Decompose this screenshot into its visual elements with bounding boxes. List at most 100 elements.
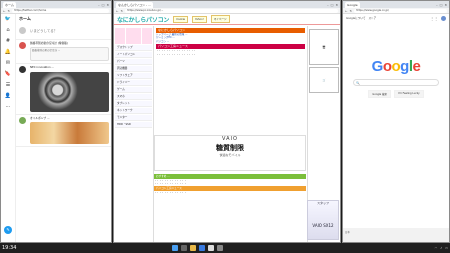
tweet-image[interactable] — [30, 122, 109, 145]
menu-item[interactable]: タブレット — [115, 100, 152, 107]
google-top-links: Googleについて ストア ⋮⋮ — [343, 14, 449, 23]
window-controls: – □ ✕ — [327, 3, 340, 7]
folder-icon[interactable] — [190, 245, 196, 251]
menu-item[interactable]: ソフトウェア — [115, 72, 152, 79]
bookmark-icon[interactable]: 🔖 — [5, 72, 11, 77]
search-icon[interactable] — [181, 245, 187, 251]
back-icon[interactable]: ← — [345, 9, 348, 13]
tab-google[interactable]: Google — [345, 1, 360, 8]
ad-box[interactable]: 🖥 — [309, 29, 339, 65]
tab-shop[interactable]: なんかしらパソコン - ... — [116, 1, 153, 8]
start-icon[interactable] — [172, 245, 178, 251]
menu-item[interactable]: 周辺機器 — [115, 65, 152, 72]
compose-box[interactable]: いまどうしてる？ — [16, 24, 111, 40]
compose-tweet-button[interactable]: ✎ — [4, 226, 12, 234]
profile-icon[interactable]: 👤 — [5, 94, 11, 99]
shop-page: なにかしらパソコン Cookie Yahoo! マイページ デスクトップ ノート… — [114, 14, 340, 242]
mail-icon[interactable]: ✉ — [6, 61, 10, 66]
side-ad-text: スタッフ — [316, 201, 329, 205]
menu-item[interactable]: ノートパソコン — [115, 51, 152, 58]
top-link[interactable]: ストア — [368, 16, 376, 21]
minimize-icon[interactable]: – — [327, 3, 329, 7]
avatar — [19, 42, 26, 49]
avatar — [19, 66, 26, 74]
reload-icon[interactable]: ↻ — [8, 9, 11, 13]
back-icon[interactable]: ← — [3, 9, 6, 13]
ad-box[interactable]: 🛒 — [309, 67, 339, 93]
google-account-area: ⋮⋮ — [430, 16, 446, 21]
tweet[interactable]: NEC innovation ... — [16, 64, 111, 115]
reload-icon[interactable]: ↻ — [121, 9, 124, 13]
feeling-lucky-button[interactable]: I'm Feeling Lucky — [394, 90, 424, 98]
reload-icon[interactable]: ↻ — [350, 9, 353, 13]
desktop: ホーム – □ ✕ ← ↻ https://twitter.com/home 🐦… — [0, 0, 450, 243]
google-page: Googleについて ストア ⋮⋮ Google 🔍 Google 検索 I'm… — [343, 14, 449, 242]
search-icon: 🔍 — [356, 80, 360, 85]
tweet-text: オイルポンプ ... — [30, 115, 50, 120]
menu-item[interactable]: ネットワーク — [115, 107, 152, 114]
maximize-icon[interactable]: □ — [102, 3, 105, 7]
shop-window: なんかしらパソコン - ... – □ ✕ ← ↻ https://www.pc… — [113, 0, 341, 243]
header-button[interactable]: Cookie — [173, 15, 189, 23]
volume-icon[interactable]: ♪ — [440, 246, 442, 250]
notification-icon[interactable]: ▭ — [445, 246, 448, 250]
search-box[interactable]: 🔍 — [353, 79, 439, 86]
close-icon[interactable]: ✕ — [335, 3, 338, 7]
wifi-icon[interactable]: ◠ — [435, 246, 438, 250]
footer-country: 日本 — [345, 231, 350, 234]
news-link[interactable]: パソコン ... — [156, 40, 305, 43]
tweet[interactable]: 価格帯別の夏の空冷計 (特価版) 価格帯別の夏の空冷計 ... — [16, 40, 111, 65]
news-text: ・・・・・・・・・・・・・・・・ — [156, 52, 197, 56]
close-icon[interactable]: ✕ — [444, 3, 447, 7]
twitter-window: ホーム – □ ✕ ← ↻ https://twitter.com/home 🐦… — [0, 0, 112, 243]
url-field[interactable]: https://twitter.com/home — [12, 8, 109, 13]
ad-icon: 🖥 — [322, 45, 326, 49]
tweet[interactable]: オイルポンプ ... — [16, 115, 111, 148]
edge-icon[interactable] — [199, 245, 205, 251]
tab-bar: なんかしらパソコン - ... – □ ✕ — [114, 1, 340, 8]
home-icon[interactable]: ⌂ — [6, 28, 9, 33]
menu-item[interactable]: モニター — [115, 114, 152, 121]
window-controls: – □ ✕ — [436, 3, 449, 7]
menu-item[interactable]: HDD・SSD — [115, 121, 152, 128]
chrome-icon[interactable] — [208, 245, 214, 251]
bird-icon[interactable]: 🐦 — [5, 17, 11, 22]
url-field[interactable]: https://www.pc-koubou.jp/... — [125, 8, 338, 13]
google-search-button[interactable]: Google 検索 — [368, 90, 392, 98]
list-icon[interactable]: ☰ — [6, 83, 10, 88]
menu-item[interactable]: ドライバー — [115, 79, 152, 86]
explore-icon[interactable]: # — [6, 39, 10, 44]
account-avatar[interactable] — [441, 16, 446, 21]
maximize-icon[interactable]: □ — [440, 3, 443, 7]
header-button[interactable]: マイページ — [210, 15, 230, 23]
close-icon[interactable]: ✕ — [106, 3, 109, 7]
tab-twitter[interactable]: ホーム — [3, 1, 16, 8]
taskbar-clock[interactable]: 19:34 — [0, 245, 22, 251]
url-field[interactable]: https://www.google.co.jp/ — [354, 8, 447, 13]
maximize-icon[interactable]: □ — [331, 3, 334, 7]
tweet-image[interactable] — [30, 71, 109, 112]
side-ad[interactable]: スタッフ VAIO SX12 — [307, 200, 339, 240]
menu-item[interactable]: ゲーム — [115, 86, 152, 93]
minimize-icon[interactable]: – — [98, 3, 100, 7]
bell-icon[interactable]: 🔔 — [5, 50, 11, 55]
link-card[interactable]: 価格帯別の夏の空冷計 ... — [30, 47, 109, 62]
menu-item[interactable]: パーツ — [115, 58, 152, 65]
tweet-text: 価格帯別の夏の空冷計 (特価版) — [30, 41, 68, 45]
site-logo[interactable]: なにかしらパソコン — [117, 15, 169, 24]
compose-input[interactable]: いまどうしてる？ — [30, 29, 57, 33]
apps-grid-icon[interactable]: ⋮⋮ — [430, 16, 438, 21]
more-icon[interactable]: ⋯ — [6, 105, 11, 110]
minimize-icon[interactable]: – — [436, 3, 438, 7]
store-icon[interactable] — [217, 245, 223, 251]
menu-item[interactable]: デスクトップ — [115, 44, 152, 51]
back-icon[interactable]: ← — [116, 9, 119, 13]
vaio-model: VAIO SX12 — [312, 223, 334, 228]
vaio-banner[interactable]: VAIO 糖質制限 快適なモバイル — [154, 135, 306, 171]
page-title: ホーム — [19, 16, 31, 21]
calendar — [115, 28, 152, 44]
top-link[interactable]: Googleについて — [346, 16, 365, 21]
vaio-title: 糖質制限 — [216, 144, 244, 152]
header-button[interactable]: Yahoo! — [192, 15, 207, 23]
menu-item[interactable]: スマホ — [115, 93, 152, 100]
